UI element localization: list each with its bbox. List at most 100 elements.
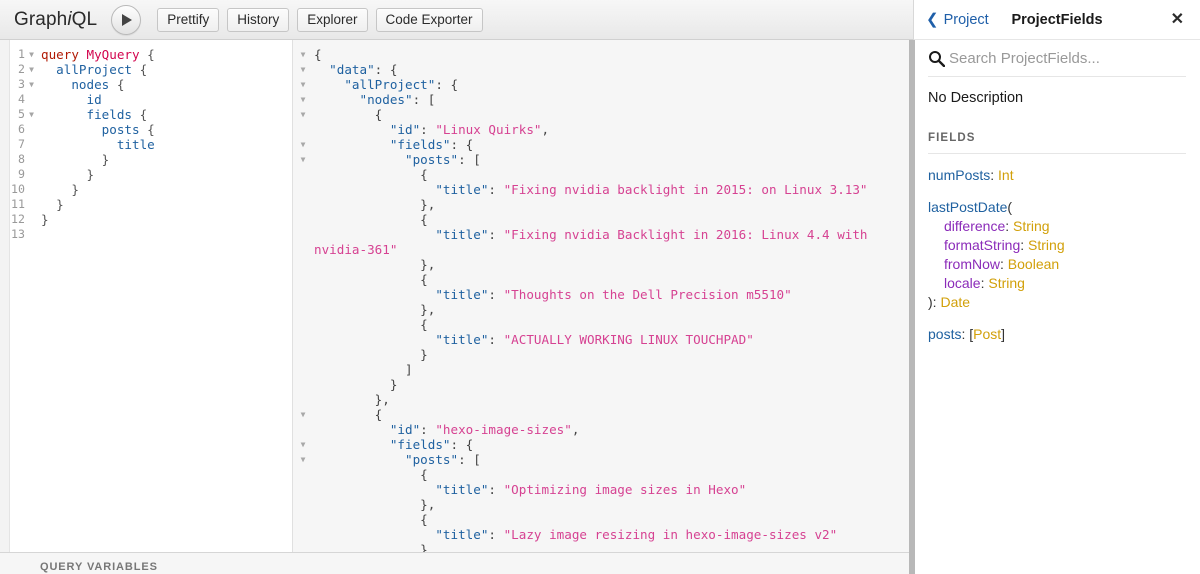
docs-back-button[interactable]: ❮ Project: [926, 12, 989, 28]
line-code: "allProject": {: [344, 77, 459, 92]
line-code: {: [314, 467, 428, 482]
docs-field-type[interactable]: Int: [998, 167, 1014, 183]
fold-arrow-icon[interactable]: ▼: [26, 107, 37, 123]
result-line: ▼ "fields": {: [292, 137, 913, 152]
docs-field-posts[interactable]: posts: [Post]: [928, 325, 1186, 344]
line-code: id: [86, 92, 102, 107]
result-line: ▼ "data": {: [292, 62, 913, 77]
query-line[interactable]: 3 ▼ nodes {: [0, 77, 292, 92]
query-line[interactable]: 7 title: [0, 137, 292, 152]
line-code: {: [314, 407, 383, 422]
line-code: },: [314, 302, 436, 317]
query-line[interactable]: 5 ▼ fields {: [0, 107, 292, 122]
docs-field-lastPostDate[interactable]: lastPostDate( difference: String formatStr…: [928, 198, 1186, 312]
line-code: "title": "ACTUALLY WORKING LINUX TOUCHPA…: [435, 332, 754, 347]
query-editor-scroll[interactable]: 1 ▼ query MyQuery {2 ▼ allProject {3 ▼ nodes…: [0, 40, 292, 574]
result-line: ▼ "nodes": [: [292, 92, 913, 107]
sidebar-resize-handle[interactable]: [909, 40, 915, 574]
docs-arg-type[interactable]: String: [988, 275, 1025, 291]
line-code: fields {: [86, 107, 148, 122]
result-line: {: [292, 212, 913, 227]
docs-arg-type[interactable]: String: [1013, 218, 1050, 234]
query-editor-pane[interactable]: 1 ▼ query MyQuery {2 ▼ allProject {3 ▼ nodes…: [0, 40, 292, 574]
explorer-button[interactable]: Explorer: [297, 7, 368, 32]
docs-field-type[interactable]: Date: [940, 294, 970, 310]
fold-arrow-icon[interactable]: ▼: [292, 452, 314, 468]
fold-arrow-icon[interactable]: ▼: [26, 47, 37, 63]
line-code: "title": "Fixing nvidia backlight in 201…: [435, 182, 868, 197]
docs-arg-type[interactable]: String: [1028, 237, 1065, 253]
toolbar-button-group: Prettify History Explorer Code Exporter: [157, 7, 490, 32]
fold-arrow-icon[interactable]: ▼: [26, 77, 37, 93]
query-line[interactable]: 10 }: [0, 182, 292, 197]
query-line[interactable]: 2 ▼ allProject {: [0, 62, 292, 77]
graphiql-logo: GraphiQL: [14, 9, 97, 31]
graphiql-app: GraphiQL Prettify History Explorer Code Exp…: [0, 0, 1200, 574]
fold-arrow-icon[interactable]: ▼: [26, 62, 37, 78]
docs-arg-name: formatString: [944, 237, 1021, 253]
query-line[interactable]: 12}: [0, 212, 292, 227]
docs-field-numPosts[interactable]: numPosts: Int: [928, 166, 1186, 185]
query-line[interactable]: 6 posts {: [0, 122, 292, 137]
fold-arrow-icon[interactable]: ▼: [292, 107, 314, 123]
fold-arrow-icon[interactable]: ▼: [292, 92, 314, 108]
fold-arrow-icon[interactable]: ▼: [292, 407, 314, 423]
logo-prefix: Graph: [14, 8, 68, 30]
history-button[interactable]: History: [227, 7, 290, 32]
prettify-button[interactable]: Prettify: [157, 7, 220, 32]
docs-field-name[interactable]: numPosts: [928, 167, 990, 183]
docs-field-separator: :: [990, 167, 999, 183]
query-code[interactable]: 1 ▼ query MyQuery {2 ▼ allProject {3 ▼ nodes…: [0, 40, 292, 242]
result-line: },: [292, 197, 913, 212]
search-icon: [929, 51, 945, 67]
query-line[interactable]: 13: [0, 227, 292, 242]
docs-arg-formatString[interactable]: formatString: String: [944, 236, 1186, 255]
editor-panes: 1 ▼ query MyQuery {2 ▼ allProject {3 ▼ nodes…: [0, 40, 913, 574]
line-code: allProject {: [56, 62, 148, 77]
fold-arrow-icon[interactable]: ▼: [292, 77, 314, 93]
query-line[interactable]: 11 }: [0, 197, 292, 212]
code-exporter-button[interactable]: Code Exporter: [375, 7, 483, 32]
query-line[interactable]: 8 }: [0, 152, 292, 167]
result-divider: [292, 40, 293, 574]
line-code: nodes {: [71, 77, 125, 92]
fold-arrow-icon[interactable]: ▼: [292, 62, 314, 78]
result-line: }: [292, 347, 913, 362]
play-icon: [121, 13, 132, 26]
fold-arrow-icon[interactable]: ▼: [292, 437, 314, 453]
result-line: ▼ "fields": {: [292, 437, 913, 452]
result-line: "title": "Fixing nvidia backlight in 201…: [292, 182, 913, 197]
close-icon[interactable]: ✕: [1171, 11, 1184, 28]
line-code: "id": "hexo-image-sizes",: [389, 422, 580, 437]
line-code: ]: [314, 362, 413, 377]
execute-query-button[interactable]: [111, 4, 142, 35]
docs-search-input[interactable]: [949, 50, 1186, 67]
query-line[interactable]: 9 }: [0, 167, 292, 182]
docs-arg-type[interactable]: Boolean: [1008, 256, 1059, 272]
docs-search-row[interactable]: [928, 40, 1186, 77]
fold-arrow-icon[interactable]: ▼: [292, 137, 314, 153]
line-code: }: [86, 167, 95, 182]
docs-arg-locale[interactable]: locale: String: [944, 274, 1186, 293]
docs-arg-fromNow[interactable]: fromNow: Boolean: [944, 255, 1186, 274]
query-line[interactable]: 4 id: [0, 92, 292, 107]
result-line: ]: [292, 362, 913, 377]
docs-field-name[interactable]: posts: [928, 326, 961, 342]
result-line: ▼ "posts": [: [292, 452, 913, 467]
docs-field-return: ): Date: [928, 293, 1186, 312]
line-code: }: [101, 152, 110, 167]
fold-arrow-icon[interactable]: ▼: [292, 152, 314, 168]
docs-field-type[interactable]: Post: [973, 326, 1001, 342]
result-line: "id": "hexo-image-sizes",: [292, 422, 913, 437]
result-viewer-pane[interactable]: ▼{▼ "data": {▼ "allProject": {▼ "nodes":…: [292, 40, 913, 574]
docs-arg-difference[interactable]: difference: String: [944, 217, 1186, 236]
open-paren: (: [1007, 199, 1013, 215]
result-line: ▼ "allProject": {: [292, 77, 913, 92]
line-code: posts {: [101, 122, 155, 137]
fold-arrow-icon[interactable]: ▼: [292, 47, 314, 63]
query-line[interactable]: 1 ▼ query MyQuery {: [0, 47, 292, 62]
query-variables-bar[interactable]: QUERY VARIABLES: [0, 552, 913, 574]
docs-field-name[interactable]: lastPostDate: [928, 199, 1007, 215]
graphiql-main: GraphiQL Prettify History Explorer Code Exp…: [0, 0, 913, 574]
line-code: }: [71, 182, 79, 197]
